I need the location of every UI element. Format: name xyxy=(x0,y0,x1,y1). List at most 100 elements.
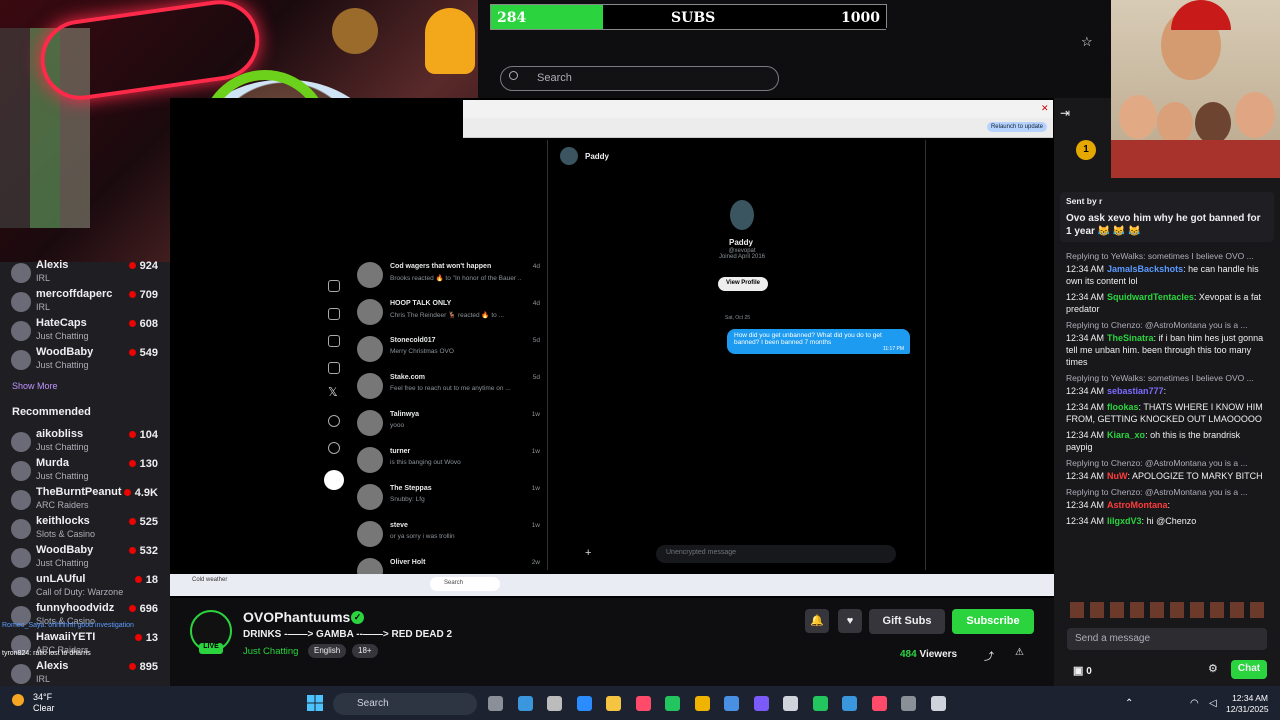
chat-username[interactable]: lilgxdV3 xyxy=(1107,516,1142,526)
chat-message[interactable]: Replying to Chenzo: @AstroMontana you is… xyxy=(1066,457,1268,482)
collapse-chat-icon[interactable]: ⇥ xyxy=(1060,106,1070,120)
dm-conversation-item[interactable]: turner is this banging out Wovo 1w xyxy=(350,443,540,479)
stream-category[interactable]: Just Chatting xyxy=(243,646,298,657)
plus-icon[interactable]: + xyxy=(585,547,591,559)
communities-icon[interactable] xyxy=(328,362,340,374)
tag-english[interactable]: English xyxy=(308,644,347,658)
volume-icon[interactable]: ◁ xyxy=(1209,698,1217,709)
more-icon[interactable] xyxy=(328,442,340,454)
app-icon[interactable] xyxy=(842,696,857,711)
relaunch-button[interactable]: Relaunch to update xyxy=(986,122,1047,132)
sidebar-recommended-channel[interactable]: Alexis IRL 895 xyxy=(0,659,170,688)
record-icon[interactable] xyxy=(871,696,887,711)
search-input[interactable]: Search xyxy=(500,66,779,91)
chrome-icon[interactable] xyxy=(694,696,710,711)
chat-username[interactable]: NuW xyxy=(1107,471,1128,481)
taskbar-clock[interactable]: 12:34 AM 12/31/2025 xyxy=(1226,693,1269,715)
xbox-icon[interactable] xyxy=(812,696,828,711)
sidebar-channel[interactable]: WoodBaby Just Chatting 549 xyxy=(0,345,170,374)
music-icon[interactable] xyxy=(635,696,651,711)
chat-message[interactable]: 12:34 AM Kiara_xo: oh this is the brandri… xyxy=(1066,429,1268,453)
verified-icon: ✓ xyxy=(351,611,364,624)
app-icon[interactable] xyxy=(901,696,916,711)
notification-bell-button[interactable]: 🔔 xyxy=(805,609,829,633)
x-logo-icon[interactable]: 𝕏 xyxy=(328,385,338,399)
sidebar-recommended-channel[interactable]: unLAUful Call of Duty: Warzone 18 xyxy=(0,572,170,601)
chat-input[interactable]: Send a message xyxy=(1067,628,1267,650)
file-explorer-icon[interactable] xyxy=(606,696,621,711)
chat-username[interactable]: JamalsBackshots xyxy=(1107,264,1183,274)
chat-username[interactable]: AstroMontana xyxy=(1107,500,1168,510)
back-icon[interactable] xyxy=(783,696,798,711)
sidebar-recommended-channel[interactable]: WoodBaby Just Chatting 532 xyxy=(0,543,170,572)
weather-widget[interactable]: 34°F Clear xyxy=(33,692,55,714)
gear-icon[interactable]: ⚙ xyxy=(1208,662,1218,675)
chat-message[interactable]: Replying to YeWalks: sometimes I believe… xyxy=(1066,372,1268,397)
dm-conversation-item[interactable]: steve or ya sorry i was trollin 1w xyxy=(350,517,540,553)
profile-icon[interactable] xyxy=(328,415,340,427)
chat-message[interactable]: Replying to YeWalks: sometimes I believe… xyxy=(1066,250,1268,287)
sidebar-channel[interactable]: Alexis IRL 924 xyxy=(0,258,170,287)
show-more-link[interactable]: Show More xyxy=(12,381,58,391)
chat-timestamp: 12:34 AM xyxy=(1066,500,1105,510)
steam-icon[interactable] xyxy=(724,696,739,711)
sidebar-recommended-channel[interactable]: aikobliss Just Chatting 104 xyxy=(0,427,170,456)
dm-conversation-item[interactable]: Cod wagers that won't happen Brooks react… xyxy=(350,258,540,294)
report-icon[interactable]: ⚠ xyxy=(1015,647,1024,658)
dm-conversation-item[interactable]: The Steppas Snubby: Lfg 1w xyxy=(350,480,540,516)
task-view-icon[interactable] xyxy=(488,696,503,711)
lists-icon[interactable] xyxy=(328,308,340,320)
top-bar xyxy=(886,28,1111,58)
edge-icon[interactable] xyxy=(517,696,533,711)
chat-message[interactable]: 12:34 AM flookas: THATS WHERE I KNOW HIM … xyxy=(1066,401,1268,425)
subscribe-button[interactable]: Subscribe xyxy=(952,609,1034,634)
view-profile-button[interactable]: View Profile xyxy=(718,277,768,291)
dm-conversation-item[interactable]: Talinwya yooo 1w xyxy=(350,406,540,442)
sidebar-recommended-channel[interactable]: keithlocks Slots & Casino 525 xyxy=(0,514,170,543)
discord-icon[interactable] xyxy=(753,696,769,711)
dm-conversation-item[interactable]: Stonecold017 Merry Christmas OVO 5d xyxy=(350,332,540,368)
sidebar-channel[interactable]: mercoffdaperc IRL 709 xyxy=(0,287,170,316)
nvidia-icon[interactable] xyxy=(665,696,680,711)
sidebar-channel[interactable]: HateCaps Just Chatting 608 xyxy=(0,316,170,345)
post-button[interactable] xyxy=(324,470,344,490)
unreal-icon[interactable] xyxy=(930,696,946,711)
avatar xyxy=(357,521,383,547)
dm-conversation-item[interactable]: HOOP TALK ONLY Chris The Reindeer 🦌 react… xyxy=(350,295,540,331)
chat-timestamp: 12:34 AM xyxy=(1066,516,1105,526)
share-icon[interactable]: ⤴ xyxy=(984,648,994,663)
taskbar-search[interactable]: Search xyxy=(333,693,477,715)
search-icon xyxy=(509,71,518,80)
bookmark-icon[interactable] xyxy=(328,335,340,347)
pinned-message[interactable]: Sent by r Ovo ask xevo him why he got ba… xyxy=(1060,192,1274,242)
chevron-up-icon[interactable]: ⌃ xyxy=(1125,698,1133,709)
sidebar-recommended-channel[interactable]: TheBurntPeanut ARC Raiders 4.9K xyxy=(0,485,170,514)
follow-heart-button[interactable]: ♥ xyxy=(838,609,862,633)
chat-username[interactable]: TheSinatra xyxy=(1107,333,1154,343)
dm-conversation-item[interactable]: Stake.com Feel free to reach out to me an… xyxy=(350,369,540,405)
tag-age[interactable]: 18+ xyxy=(352,644,378,658)
close-icon[interactable]: ✕ xyxy=(1041,103,1049,114)
overlay-chat-line: Romeo_Saya: ohhhhhh good investigation xyxy=(2,622,134,629)
gift-subs-button[interactable]: Gift Subs xyxy=(869,609,945,634)
message-input[interactable]: Unencrypted message xyxy=(656,545,896,563)
chat-message[interactable]: Replying to Chenzo: @AstroMontana you is… xyxy=(1066,319,1268,368)
wifi-icon[interactable]: ◠ xyxy=(1190,698,1199,709)
chat-username[interactable]: sebastian777 xyxy=(1107,386,1164,396)
chat-message[interactable]: Replying to Chenzo: @AstroMontana you is… xyxy=(1066,486,1268,511)
chat-username[interactable]: Kiara_xo xyxy=(1107,430,1145,440)
star-icon[interactable]: ☆ xyxy=(1081,34,1093,50)
copilot-icon[interactable] xyxy=(576,696,592,711)
explore-icon[interactable] xyxy=(328,280,340,292)
chat-send-button[interactable]: Chat xyxy=(1231,660,1267,679)
channel-points[interactable]: ▣ 0 xyxy=(1073,664,1092,677)
emote-bar[interactable] xyxy=(1070,602,1270,618)
sidebar-recommended-channel[interactable]: Murda Just Chatting 130 xyxy=(0,456,170,485)
settings-icon[interactable] xyxy=(547,696,562,711)
chat-message[interactable]: 12:34 AM lilgxdV3: hi @Chenzo xyxy=(1066,515,1268,527)
channel-name[interactable]: OVOPhantuums xyxy=(243,609,350,625)
windows-start-icon[interactable] xyxy=(307,695,323,711)
chat-username[interactable]: flookas xyxy=(1107,402,1139,412)
chat-message[interactable]: 12:34 AM SquidwardTentacles: Xevopat is a… xyxy=(1066,291,1268,315)
chat-username[interactable]: SquidwardTentacles xyxy=(1107,292,1194,302)
